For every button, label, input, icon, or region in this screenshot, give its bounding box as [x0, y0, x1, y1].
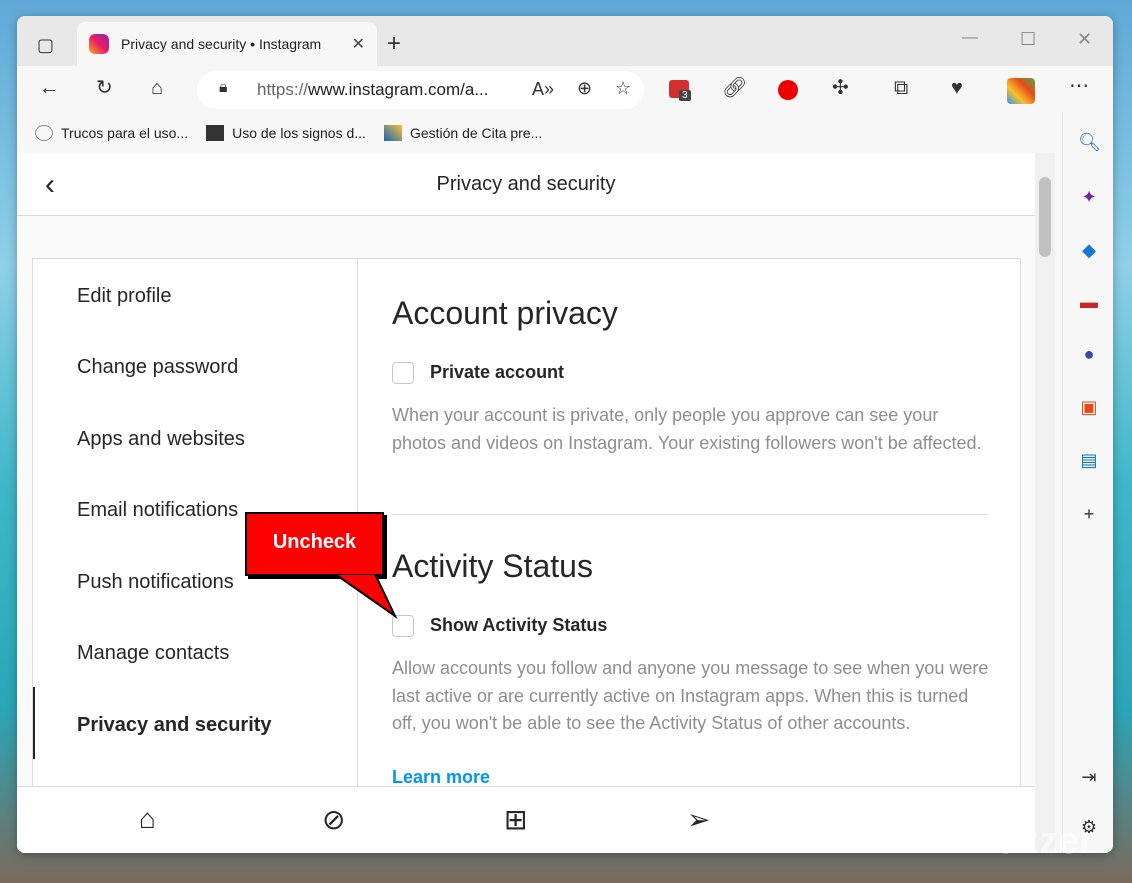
tools-icon[interactable]: ▬ — [1078, 292, 1100, 314]
annotation-callout: Uncheck — [245, 512, 384, 576]
activity-status-heading: Activity Status — [392, 548, 593, 584]
outlook-icon[interactable]: ▤ — [1078, 450, 1100, 472]
explore-icon[interactable]: ⊘ — [322, 803, 345, 836]
scrollbar[interactable] — [1035, 153, 1055, 853]
learn-more-link[interactable]: Learn more — [392, 767, 490, 788]
nav-manage-contacts[interactable]: Manage contacts — [77, 642, 229, 665]
back-chevron-icon[interactable]: ‹ — [45, 153, 55, 216]
back-icon[interactable]: ← — [39, 78, 59, 98]
browser-window: ▢ Privacy and security • Instagram ✕ + —… — [17, 16, 1113, 853]
nav-privacy-security[interactable]: Privacy and security — [77, 714, 272, 737]
account-privacy-heading: Account privacy — [392, 295, 618, 331]
read-aloud-icon[interactable]: A» — [532, 80, 554, 98]
divider — [392, 514, 988, 515]
link-extension-icon[interactable]: 🔗︎ — [722, 78, 747, 98]
bottom-nav: ⌂ ⊘ ⊞ ➢ — [17, 786, 1035, 853]
show-activity-status-label[interactable]: Show Activity Status — [430, 615, 607, 636]
winbuzzer-watermark: WinBuzzer — [900, 820, 1094, 863]
home-icon[interactable]: ⌂ — [151, 78, 163, 98]
extensions-icon[interactable]: ✣ — [832, 78, 849, 98]
edge-sidebar: 🔍︎ ✦ ◆ ▬ ● ▣ ▤ + ⇥ ⚙ — [1062, 112, 1113, 853]
activity-status-description: Allow accounts you follow and anyone you… — [392, 658, 989, 733]
nav-change-password[interactable]: Change password — [77, 356, 238, 379]
url-scheme: https:// — [257, 80, 309, 99]
private-account-checkbox[interactable] — [392, 362, 414, 384]
bookmark-item[interactable]: Uso de los signos d... — [232, 125, 366, 141]
page-header: ‹ Privacy and security — [17, 153, 1035, 216]
home-nav-icon[interactable]: ⌂ — [139, 803, 156, 835]
active-indicator — [33, 687, 35, 759]
instagram-page: ‹ Privacy and security Edit profile Chan… — [17, 153, 1035, 853]
bookmark-item[interactable]: Gestión de Cita pre... — [410, 125, 542, 141]
direct-message-icon[interactable]: ➢ — [687, 803, 710, 836]
url-text: www.instagram.com/a... — [308, 80, 489, 99]
new-tab-icon[interactable]: + — [387, 32, 401, 56]
bookmark-item[interactable]: Trucos para el uso... — [61, 125, 188, 141]
refresh-icon[interactable]: ↻ — [96, 78, 113, 98]
toolbar: ← ↻ ⌂ 🔒︎ https://www.instagram.com/a... … — [17, 66, 1113, 112]
bookmarks-bar: Trucos para el uso... Uso de los signos … — [17, 112, 1062, 153]
profile-avatar[interactable] — [1007, 78, 1035, 104]
private-account-description: When your account is private, only peopl… — [392, 405, 982, 453]
bookmark-icon — [206, 124, 225, 141]
private-account-row: Private account — [392, 362, 892, 386]
nav-edit-profile[interactable]: Edit profile — [77, 285, 172, 308]
tab-instagram[interactable]: Privacy and security • Instagram ✕ — [77, 22, 377, 66]
collections-icon[interactable]: ⧉ — [894, 78, 908, 98]
annotation-text: Uncheck — [272, 531, 357, 553]
nav-push-notifications[interactable]: Push notifications — [77, 571, 234, 594]
callout-pointer — [333, 574, 398, 619]
close-window-icon[interactable]: ✕ — [1077, 30, 1092, 48]
instagram-icon — [89, 34, 109, 54]
maximize-icon[interactable]: ☐ — [1020, 30, 1036, 48]
games-icon[interactable]: ● — [1078, 344, 1100, 366]
scrollbar-thumb[interactable] — [1039, 177, 1051, 257]
nav-email-notifications[interactable]: Email notifications — [77, 499, 238, 522]
lock-icon: 🔒︎ — [219, 79, 228, 96]
settings-card: Edit profile Change password Apps and we… — [32, 258, 1021, 853]
health-icon[interactable]: ♥ — [951, 78, 963, 98]
add-favorite-icon[interactable]: ☆ — [615, 79, 631, 97]
nav-apps-websites[interactable]: Apps and websites — [77, 428, 245, 451]
tab-title: Privacy and security • Instagram — [121, 36, 322, 52]
hide-sidebar-icon[interactable]: ⇥ — [1078, 767, 1100, 789]
activity-status-row: Show Activity Status — [392, 615, 892, 639]
zoom-icon[interactable]: ⊕ — [577, 79, 592, 97]
add-sidebar-icon[interactable]: + — [1078, 504, 1100, 526]
lastpass-extension-icon[interactable]: 3 — [669, 80, 691, 101]
tab-actions-icon[interactable]: ▢ — [37, 36, 54, 54]
create-post-icon[interactable]: ⊞ — [504, 803, 527, 836]
more-menu-icon[interactable]: ⋯ — [1069, 76, 1089, 96]
copilot-icon[interactable]: ✦ — [1078, 187, 1100, 209]
shopping-icon[interactable]: ◆ — [1078, 240, 1100, 262]
address-bar[interactable]: 🔒︎ https://www.instagram.com/a... A» ⊕ ☆ — [197, 71, 644, 109]
tab-bar: ▢ Privacy and security • Instagram ✕ + —… — [17, 16, 1113, 66]
bookmark-icon — [383, 124, 402, 141]
close-tab-icon[interactable]: ✕ — [352, 34, 365, 54]
search-icon[interactable]: 🔍︎ — [1078, 132, 1101, 154]
minimize-icon[interactable]: — — [962, 30, 978, 46]
extension-badge: 3 — [679, 90, 691, 101]
office-icon[interactable]: ▣ — [1078, 397, 1100, 419]
private-account-label[interactable]: Private account — [430, 362, 564, 383]
page-title: Privacy and security — [436, 173, 616, 195]
bookmark-icon — [35, 124, 53, 141]
watermark-text: WinBuzzer — [900, 820, 1094, 862]
adblock-icon[interactable] — [778, 80, 798, 100]
